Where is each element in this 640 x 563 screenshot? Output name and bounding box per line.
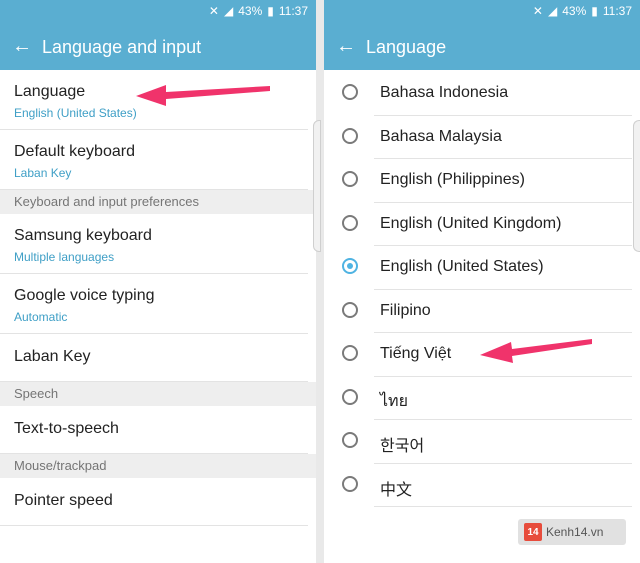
section-header-speech: Speech xyxy=(0,382,316,406)
setting-laban-key[interactable]: Laban Key xyxy=(0,334,308,382)
radio-button[interactable] xyxy=(342,345,358,361)
language-screen: ✕ ◢ 43% ▮ 11:37 ← Language Bahasa Indone… xyxy=(324,0,640,563)
setting-title: Laban Key xyxy=(14,348,91,365)
language-name: 中文 xyxy=(380,481,413,499)
setting-title: Language xyxy=(14,83,86,100)
language-option[interactable]: ไทย xyxy=(324,377,640,420)
battery-percent: 43% xyxy=(238,4,263,18)
language-name: English (Philippines) xyxy=(380,171,525,188)
watermark-text: Kenh14.vn xyxy=(546,525,604,539)
status-bar: ✕ ◢ 43% ▮ 11:37 xyxy=(324,0,640,24)
watermark: 14 Kenh14.vn xyxy=(518,519,626,545)
language-option[interactable]: 한국어 xyxy=(324,420,640,464)
language-and-input-screen: ✕ ◢ 43% ▮ 11:37 ← Language and input Lan… xyxy=(0,0,316,563)
app-bar: ← Language and input xyxy=(0,24,316,70)
language-name: ไทย xyxy=(380,392,408,410)
clock: 11:37 xyxy=(602,4,632,18)
clock: 11:37 xyxy=(278,4,308,18)
page-title: Language xyxy=(366,37,447,57)
signal-icon: ◢ xyxy=(547,4,558,18)
next-screen-edge xyxy=(633,120,640,252)
radio-button[interactable] xyxy=(342,301,358,318)
battery-percent: 43% xyxy=(562,4,587,18)
section-header-keyboard: Keyboard and input preferences xyxy=(0,190,316,214)
language-name: Filipino xyxy=(380,301,431,319)
setting-pointer-speed[interactable]: Pointer speed xyxy=(0,478,308,526)
language-option[interactable]: Bahasa Malaysia xyxy=(324,116,640,159)
battery-icon: ▮ xyxy=(591,4,598,18)
mute-icon: ✕ xyxy=(208,4,219,18)
back-arrow-icon[interactable]: ← xyxy=(12,34,32,58)
language-option[interactable]: Bahasa Indonesia xyxy=(324,72,640,116)
pointer-arrow-left xyxy=(136,85,270,106)
language-option[interactable]: English (Philippines) xyxy=(324,159,640,203)
language-option[interactable]: English (United Kingdom) xyxy=(324,203,640,246)
radio-button[interactable] xyxy=(342,388,358,405)
setting-default-keyboard[interactable]: Default keyboard Laban Key xyxy=(0,130,308,190)
language-name: Tiếng Việt xyxy=(380,345,452,362)
setting-samsung-keyboard[interactable]: Samsung keyboard Multiple languages xyxy=(0,214,308,274)
radio-button[interactable] xyxy=(342,214,358,231)
radio-button[interactable] xyxy=(342,475,358,492)
language-name: Bahasa Malaysia xyxy=(380,127,502,145)
language-option[interactable]: English (United States) xyxy=(324,246,640,290)
pointer-arrow-right xyxy=(480,339,592,363)
signal-icon: ◢ xyxy=(223,4,234,18)
radio-button[interactable] xyxy=(342,127,358,144)
setting-title: Default keyboard xyxy=(14,143,135,160)
language-name: English (United Kingdom) xyxy=(380,214,562,232)
setting-subtitle: Laban Key xyxy=(14,166,72,180)
language-name: 한국어 xyxy=(380,438,425,455)
settings-list: Language English (United States) Default… xyxy=(0,70,316,526)
language-name: Bahasa Indonesia xyxy=(380,84,509,101)
setting-google-voice-typing[interactable]: Google voice typing Automatic xyxy=(0,274,308,334)
setting-title: Samsung keyboard xyxy=(14,227,152,244)
back-arrow-icon[interactable]: ← xyxy=(336,34,356,58)
setting-title: Text-to-speech xyxy=(14,420,119,437)
setting-text-to-speech[interactable]: Text-to-speech xyxy=(0,406,308,454)
setting-subtitle: Multiple languages xyxy=(14,250,115,264)
radio-button[interactable] xyxy=(342,432,358,448)
setting-title: Google voice typing xyxy=(14,287,155,304)
language-option[interactable]: Filipino xyxy=(324,290,640,333)
status-bar: ✕ ◢ 43% ▮ 11:37 xyxy=(0,0,316,24)
radio-button[interactable] xyxy=(342,171,358,187)
app-bar: ← Language xyxy=(324,24,640,70)
language-list: Bahasa Indonesia Bahasa Malaysia English… xyxy=(324,72,640,507)
setting-title: Pointer speed xyxy=(14,492,113,509)
kenh14-logo-icon: 14 xyxy=(524,523,542,541)
language-option[interactable]: 中文 xyxy=(324,464,640,507)
section-header-mouse: Mouse/trackpad xyxy=(0,454,316,478)
radio-button[interactable] xyxy=(342,84,358,100)
setting-subtitle: Automatic xyxy=(14,310,68,324)
setting-subtitle: English (United States) xyxy=(14,106,137,120)
battery-icon: ▮ xyxy=(267,4,274,18)
page-title: Language and input xyxy=(42,37,202,57)
mute-icon: ✕ xyxy=(532,4,543,18)
radio-button[interactable] xyxy=(342,258,358,274)
language-name: English (United States) xyxy=(380,258,544,275)
next-screen-edge xyxy=(313,120,321,252)
